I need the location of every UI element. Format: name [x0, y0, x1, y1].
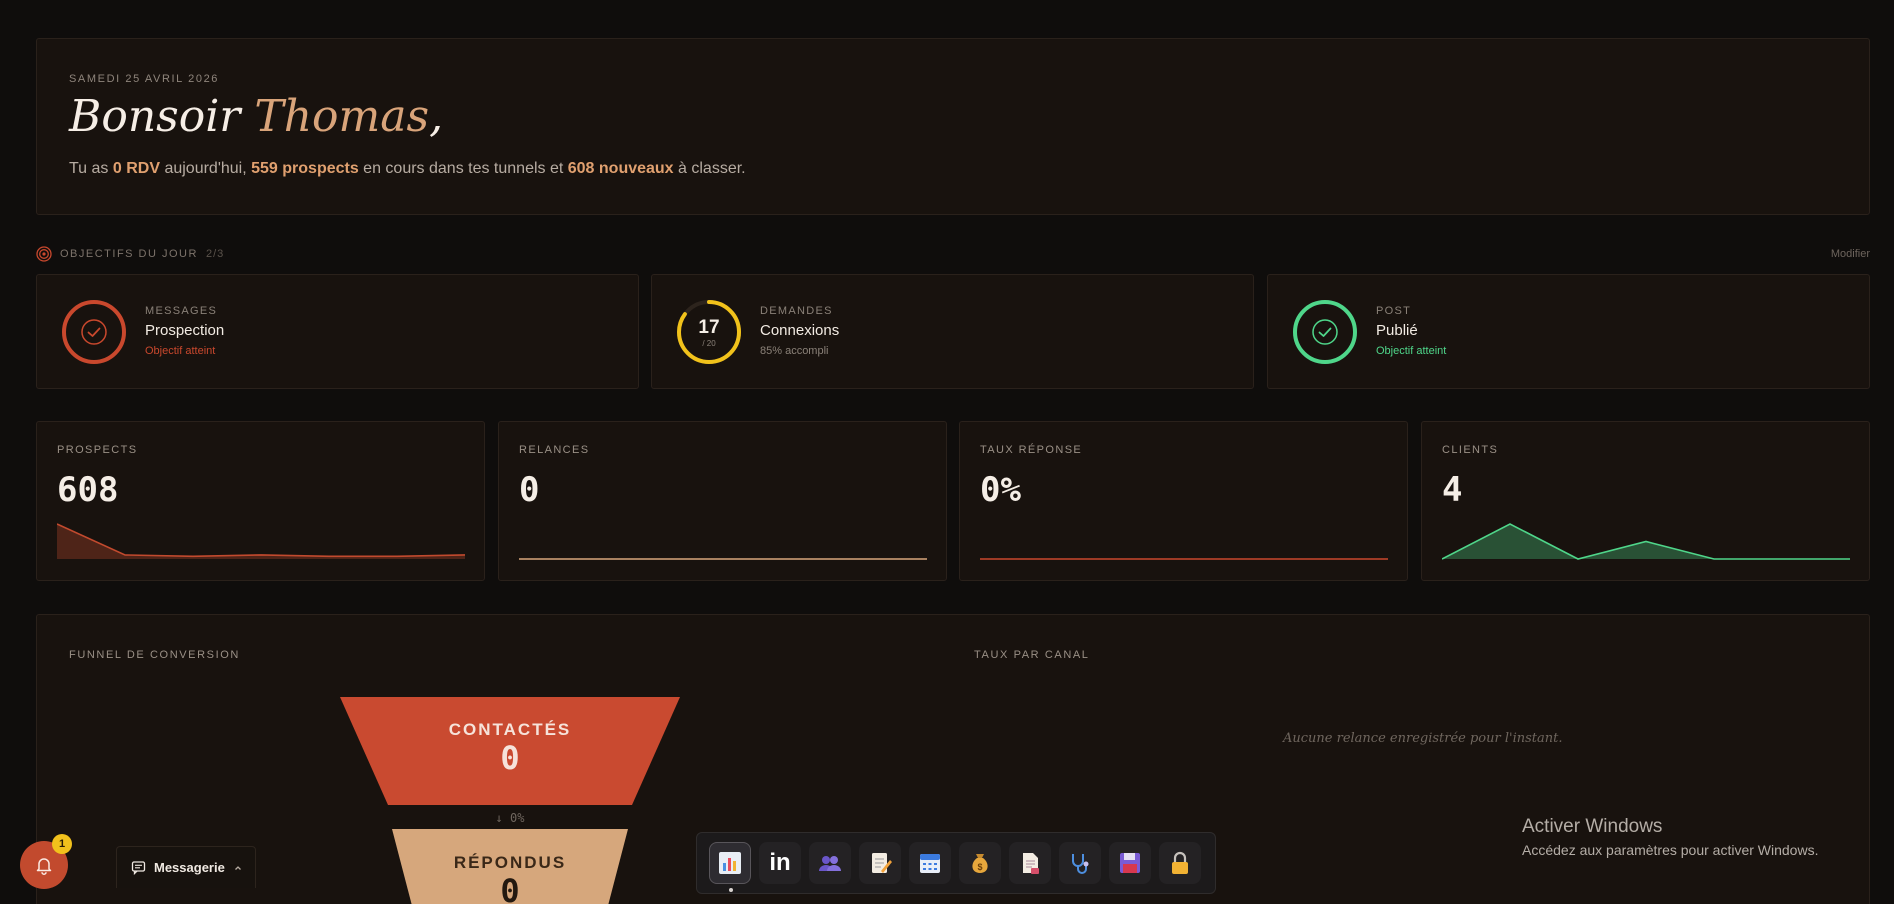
funnel-stage-value: 0	[500, 739, 519, 777]
app-dock: in $	[696, 832, 1216, 894]
objectives-title: OBJECTIFS DU JOUR	[60, 248, 198, 260]
sparkline-area	[57, 524, 465, 559]
dock-lock[interactable]	[1159, 842, 1201, 884]
floppy-disk-icon	[1120, 853, 1140, 873]
progress-ring: 17 / 20	[677, 300, 741, 364]
calendar-icon	[920, 854, 940, 873]
objective-name: Publié	[1376, 322, 1418, 339]
greeting-word: Bonsoir	[69, 91, 241, 142]
objective-card-messages[interactable]: MESSAGES Prospection Objectif atteint	[36, 274, 639, 389]
funnel-stage-value: 0	[500, 872, 519, 904]
check-icon	[1318, 327, 1332, 337]
objectives-header: OBJECTIFS DU JOUR 2/3	[36, 246, 224, 262]
messagerie-button[interactable]: Messagerie	[116, 846, 256, 888]
rdv-count: 0 RDV	[112, 160, 160, 177]
daily-summary: Tu as 0 RDV aujourd'hui, 559 prospects e…	[69, 160, 746, 178]
document-icon	[1023, 853, 1039, 874]
funnel-stage-label: CONTACTÉS	[449, 720, 572, 739]
stat-card-prospects[interactable]: PROSPECTS 608	[36, 421, 485, 581]
dock-dashboard[interactable]	[709, 842, 751, 892]
svg-text:$: $	[977, 862, 982, 872]
sparkline	[1442, 523, 1850, 560]
funnel-stage-label: RÉPONDUS	[454, 853, 566, 872]
edit-objectives-link[interactable]: Modifier	[1831, 248, 1870, 260]
channel-empty-message: Aucune relance enregistrée pour l'instan…	[1283, 731, 1563, 746]
dock-documents[interactable]	[1009, 842, 1051, 884]
objectives-count: 2/3	[205, 248, 225, 260]
sparkline	[519, 558, 927, 560]
linkedin-icon: in	[769, 849, 791, 876]
objective-name: Prospection	[145, 322, 225, 339]
objective-name: Connexions	[760, 322, 840, 339]
watermark-title: Activer Windows	[1522, 816, 1663, 837]
people-icon	[819, 856, 841, 871]
dock-calendar[interactable]	[909, 842, 951, 884]
stat-card-taux-reponse[interactable]: TAUX RÉPONSE 0%	[959, 421, 1408, 581]
greeting-comma: ,	[429, 91, 444, 142]
lock-icon	[1172, 851, 1188, 874]
messagerie-label: Messagerie	[154, 860, 225, 875]
dock-linkedin[interactable]: in	[759, 842, 801, 884]
sparkline	[980, 558, 1388, 560]
conversion-funnel: CONTACTÉS 0 ↓ 0% RÉPONDUS 0	[340, 697, 680, 904]
dock-finance[interactable]: $	[959, 842, 1001, 884]
stethoscope-icon	[1072, 854, 1089, 874]
objective-label: DEMANDES	[760, 305, 833, 317]
dock-save[interactable]	[1109, 842, 1151, 884]
dock-diagnostic[interactable]	[1059, 842, 1101, 884]
funnel-title: FUNNEL DE CONVERSION	[69, 649, 240, 661]
stat-card-relances[interactable]: RELANCES 0	[498, 421, 947, 581]
stat-value: 0	[519, 470, 540, 510]
chat-icon	[131, 861, 146, 875]
objective-target-value: / 20	[702, 339, 716, 348]
objective-label: MESSAGES	[145, 305, 218, 317]
new-count: 608 nouveaux	[567, 160, 674, 177]
summary-text: à classer.	[673, 160, 746, 177]
money-bag-icon: $	[972, 854, 988, 873]
objective-status: Objectif atteint	[145, 345, 216, 357]
objective-label: POST	[1376, 305, 1412, 317]
greeting-header: SAMEDI 25 AVRIL 2026 Bonsoir Thomas, Tu …	[36, 38, 1870, 215]
sparkline-line	[57, 523, 465, 558]
bell-icon	[36, 858, 52, 875]
objective-current-value: 17	[698, 317, 719, 338]
notification-badge: 1	[52, 834, 72, 854]
stat-label: PROSPECTS	[57, 444, 138, 456]
dock-notes[interactable]	[859, 842, 901, 884]
target-icon	[36, 246, 52, 262]
objective-status: Objectif atteint	[1376, 345, 1447, 357]
objective-ring	[1293, 300, 1357, 364]
stat-label: RELANCES	[519, 444, 590, 456]
windows-activation-watermark: Activer Windows Accédez aux paramètres p…	[1522, 816, 1818, 858]
dock-contacts[interactable]	[809, 842, 851, 884]
stat-label: TAUX RÉPONSE	[980, 444, 1083, 456]
summary-text: aujourd'hui,	[160, 160, 252, 177]
funnel-conversion-rate: ↓ 0%	[496, 811, 526, 825]
bar-chart-icon	[719, 852, 741, 874]
objective-card-post[interactable]: POST Publié Objectif atteint	[1267, 274, 1870, 389]
stat-value: 4	[1442, 470, 1463, 510]
prospects-count: 559 prospects	[251, 160, 359, 177]
objective-card-demandes[interactable]: 17 / 20 DEMANDES Connexions 85% accompli	[651, 274, 1254, 389]
greeting-title: Bonsoir Thomas,	[69, 91, 443, 142]
summary-text: en cours dans tes tunnels et	[358, 160, 568, 177]
summary-text: Tu as	[69, 160, 113, 177]
objective-status: 85% accompli	[760, 345, 829, 357]
check-icon	[87, 327, 101, 337]
stat-value: 608	[57, 470, 119, 510]
sparkline	[57, 523, 465, 559]
chevron-up-icon	[234, 865, 241, 870]
channel-rate-title: TAUX PAR CANAL	[974, 649, 1090, 661]
objective-ring	[62, 300, 126, 364]
user-name: Thomas	[254, 91, 430, 142]
notepad-icon	[872, 853, 892, 873]
current-date: SAMEDI 25 AVRIL 2026	[69, 73, 220, 85]
stat-value: 0%	[980, 470, 1021, 510]
stat-label: CLIENTS	[1442, 444, 1499, 456]
stat-card-clients[interactable]: CLIENTS 4	[1421, 421, 1870, 581]
watermark-subtitle: Accédez aux paramètres pour activer Wind…	[1522, 842, 1819, 858]
